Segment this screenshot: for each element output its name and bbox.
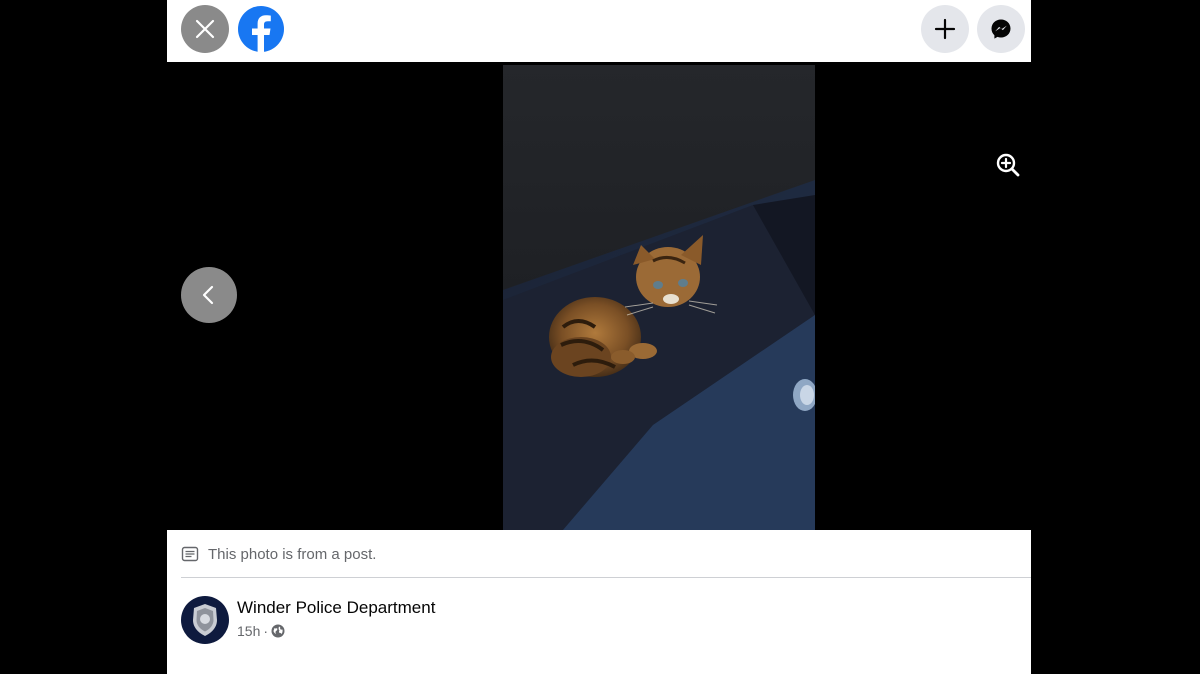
avatar[interactable] — [181, 596, 229, 644]
photo-stage — [167, 62, 1031, 530]
photo-viewer-page: This photo is from a post. Winder Police… — [0, 0, 1200, 674]
facebook-logo-icon — [238, 6, 284, 53]
police-badge-icon — [193, 604, 217, 636]
post-author-name[interactable]: Winder Police Department — [237, 598, 435, 618]
photo-source-notice[interactable]: This photo is from a post. — [181, 542, 376, 566]
post-info-panel: This photo is from a post. Winder Police… — [167, 530, 1031, 674]
kitten-photo-illustration — [503, 65, 815, 530]
meta-separator: · — [263, 623, 269, 639]
create-button[interactable] — [921, 5, 969, 53]
plus-icon — [934, 18, 956, 40]
messenger-button[interactable] — [977, 5, 1025, 53]
chevron-left-icon — [202, 285, 214, 305]
post-photo[interactable] — [503, 65, 815, 530]
top-bar — [167, 0, 1031, 62]
post-icon — [181, 546, 199, 562]
post-meta: 15h · — [237, 623, 285, 639]
zoom-in-icon — [996, 153, 1020, 177]
close-icon — [195, 19, 215, 39]
post-time[interactable]: 15h — [237, 623, 260, 639]
close-button[interactable] — [181, 5, 229, 53]
divider — [181, 577, 1031, 578]
facebook-logo[interactable] — [237, 5, 285, 53]
previous-photo-button[interactable] — [181, 267, 237, 323]
messenger-icon — [991, 19, 1011, 39]
photo-viewer: This photo is from a post. Winder Police… — [167, 0, 1031, 674]
photo-source-text: This photo is from a post. — [208, 545, 377, 563]
globe-icon — [271, 624, 285, 638]
zoom-in-button[interactable] — [993, 150, 1023, 180]
